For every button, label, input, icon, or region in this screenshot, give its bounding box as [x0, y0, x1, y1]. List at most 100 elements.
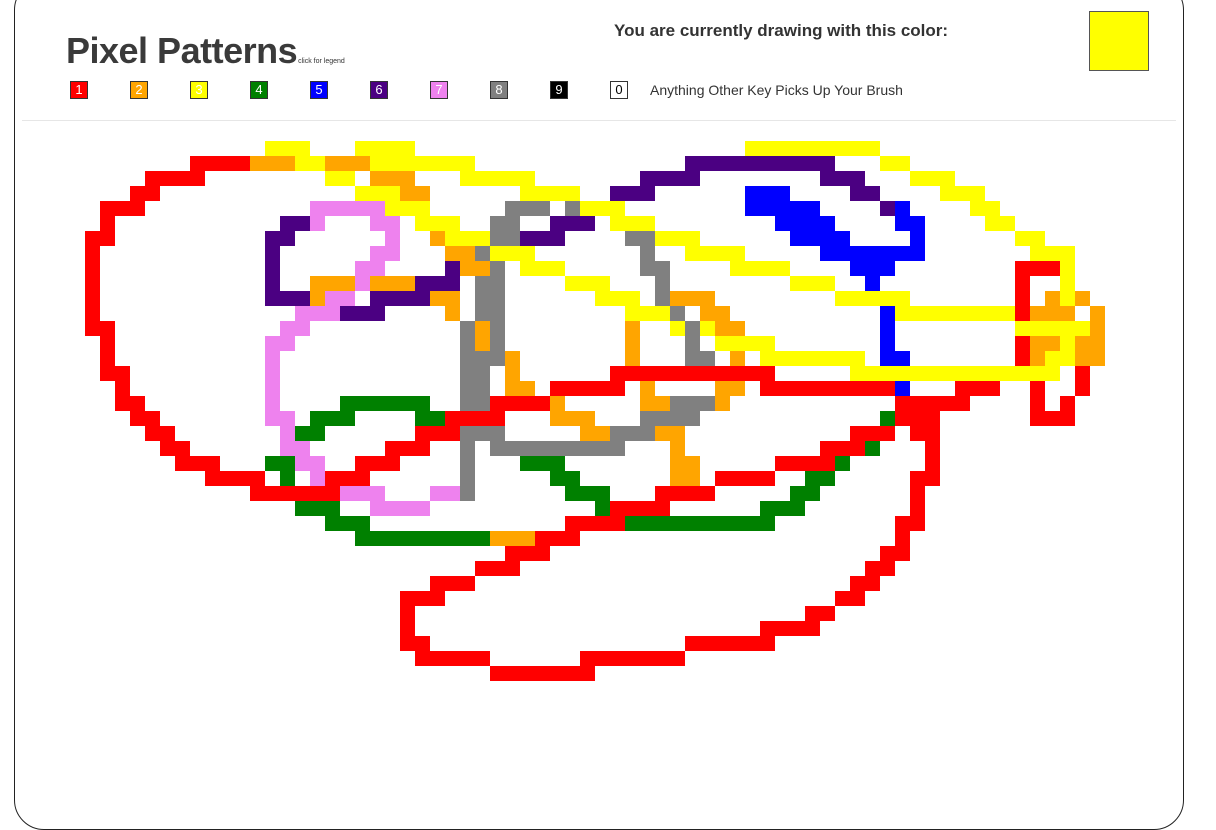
- pixel-run[interactable]: [370, 246, 400, 261]
- pixel-run[interactable]: [295, 306, 340, 321]
- pixel-run[interactable]: [715, 471, 775, 486]
- pixel-run[interactable]: [865, 276, 880, 291]
- pixel-run[interactable]: [760, 621, 820, 636]
- drawing-canvas[interactable]: [0, 0, 1216, 826]
- pixel-run[interactable]: [100, 201, 145, 216]
- pixel-run[interactable]: [580, 426, 610, 441]
- pixel-run[interactable]: [895, 516, 925, 531]
- pixel-run[interactable]: [865, 441, 880, 456]
- pixel-run[interactable]: [565, 486, 610, 501]
- pixel-run[interactable]: [550, 411, 595, 426]
- pixel-run[interactable]: [355, 276, 370, 291]
- pixel-run[interactable]: [445, 261, 460, 276]
- pixel-run[interactable]: [880, 411, 895, 426]
- pixel-run[interactable]: [355, 141, 415, 156]
- pixel-run[interactable]: [835, 591, 865, 606]
- pixel-run[interactable]: [625, 351, 640, 366]
- pixel-run[interactable]: [745, 141, 880, 156]
- pixel-run[interactable]: [985, 216, 1015, 231]
- pixel-run[interactable]: [460, 486, 475, 501]
- pixel-run[interactable]: [85, 231, 115, 246]
- pixel-run[interactable]: [310, 291, 325, 306]
- pixel-run[interactable]: [475, 561, 520, 576]
- pixel-run[interactable]: [85, 276, 100, 291]
- pixel-run[interactable]: [1090, 306, 1105, 321]
- pixel-run[interactable]: [565, 516, 625, 531]
- pixel-run[interactable]: [685, 636, 775, 651]
- pixel-run[interactable]: [145, 171, 205, 186]
- pixel-run[interactable]: [670, 471, 700, 486]
- pixel-run[interactable]: [775, 216, 835, 231]
- pixel-run[interactable]: [1060, 396, 1075, 411]
- pixel-run[interactable]: [85, 246, 100, 261]
- pixel-run[interactable]: [595, 501, 610, 516]
- pixel-run[interactable]: [385, 231, 400, 246]
- pixel-run[interactable]: [310, 216, 325, 231]
- pixel-run[interactable]: [655, 486, 715, 501]
- pixel-run[interactable]: [925, 441, 940, 456]
- pixel-run[interactable]: [265, 456, 295, 471]
- pixel-run[interactable]: [505, 546, 550, 561]
- pixel-run[interactable]: [895, 396, 970, 411]
- pixel-run[interactable]: [325, 471, 370, 486]
- pixel-run[interactable]: [460, 426, 505, 441]
- pixel-run[interactable]: [610, 216, 655, 231]
- pixel-run[interactable]: [790, 276, 835, 291]
- pixel-run[interactable]: [655, 276, 670, 291]
- pixel-run[interactable]: [730, 351, 745, 366]
- pixel-run[interactable]: [1075, 366, 1090, 381]
- pixel-run[interactable]: [1030, 306, 1075, 321]
- pixel-run[interactable]: [460, 171, 535, 186]
- pixel-run[interactable]: [160, 441, 190, 456]
- pixel-run[interactable]: [850, 426, 895, 441]
- pixel-run[interactable]: [460, 381, 490, 396]
- pixel-run[interactable]: [850, 576, 880, 591]
- pixel-run[interactable]: [850, 261, 895, 276]
- pixel-run[interactable]: [460, 441, 475, 456]
- pixel-run[interactable]: [715, 381, 745, 396]
- pixel-run[interactable]: [400, 621, 415, 636]
- pixel-run[interactable]: [85, 291, 100, 306]
- pixel-run[interactable]: [310, 471, 325, 486]
- pixel-run[interactable]: [400, 156, 475, 171]
- pixel-run[interactable]: [355, 186, 400, 201]
- pixel-run[interactable]: [445, 246, 475, 261]
- pixel-run[interactable]: [775, 456, 835, 471]
- pixel-run[interactable]: [760, 351, 865, 366]
- pixel-run[interactable]: [370, 501, 430, 516]
- pixel-run[interactable]: [670, 291, 715, 306]
- pixel-run[interactable]: [655, 291, 670, 306]
- pixel-run[interactable]: [265, 351, 280, 366]
- pixel-run[interactable]: [460, 366, 490, 381]
- pixel-run[interactable]: [460, 456, 475, 471]
- pixel-run[interactable]: [910, 171, 955, 186]
- pixel-run[interactable]: [280, 426, 295, 441]
- pixel-run[interactable]: [355, 531, 490, 546]
- pixel-run[interactable]: [415, 276, 460, 291]
- pixel-run[interactable]: [1060, 336, 1075, 351]
- pixel-run[interactable]: [385, 441, 430, 456]
- pixel-run[interactable]: [340, 306, 385, 321]
- pixel-run[interactable]: [655, 231, 700, 246]
- pixel-run[interactable]: [745, 186, 790, 201]
- pixel-run[interactable]: [460, 321, 475, 336]
- pixel-run[interactable]: [280, 321, 310, 336]
- pixel-run[interactable]: [520, 231, 565, 246]
- pixel-run[interactable]: [580, 201, 625, 216]
- pixel-run[interactable]: [565, 276, 610, 291]
- pixel-run[interactable]: [370, 291, 430, 306]
- pixel-run[interactable]: [625, 231, 655, 246]
- pixel-run[interactable]: [490, 666, 595, 681]
- pixel-run[interactable]: [880, 201, 895, 216]
- pixel-run[interactable]: [790, 486, 820, 501]
- pixel-run[interactable]: [1030, 381, 1045, 396]
- pixel-run[interactable]: [880, 156, 910, 171]
- pixel-run[interactable]: [970, 201, 1000, 216]
- pixel-run[interactable]: [265, 396, 280, 411]
- pixel-run[interactable]: [280, 441, 310, 456]
- pixel-run[interactable]: [295, 156, 325, 171]
- pixel-run[interactable]: [925, 456, 940, 471]
- pixel-run[interactable]: [265, 246, 280, 261]
- pixel-run[interactable]: [505, 381, 535, 396]
- pixel-run[interactable]: [490, 261, 505, 276]
